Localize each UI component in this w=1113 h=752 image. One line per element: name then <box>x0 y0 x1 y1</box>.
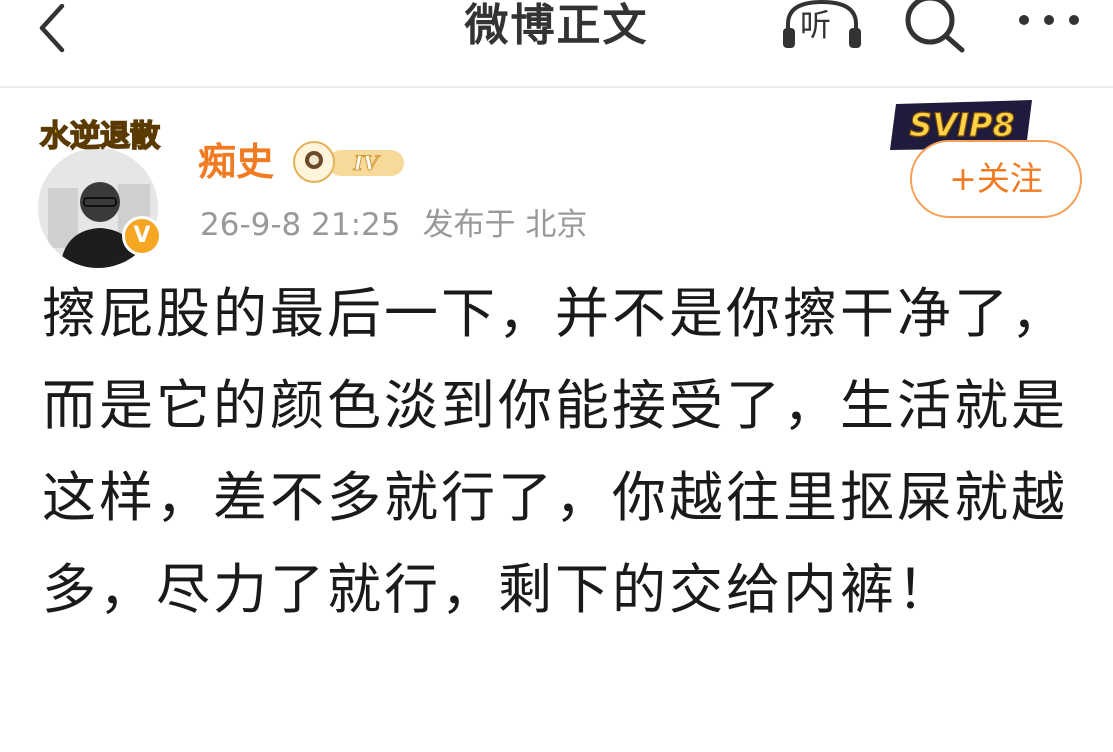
svip-label: SVIP8 <box>909 106 1014 144</box>
level-badge: IV <box>293 141 404 183</box>
post-text: 擦屁股的最后一下，并不是你擦干净了，而是它的颜色淡到你能接受了，生活就是这样，差… <box>42 282 1068 621</box>
author-avatar[interactable]: 水逆退散 V <box>30 108 170 268</box>
more-dots-icon[interactable] <box>1010 0 1088 40</box>
avatar-banner-art: 水逆退散 <box>39 118 161 155</box>
post-timestamp: 26-9-8 21:25 <box>200 207 401 243</box>
listen-button[interactable]: 听 <box>780 0 864 52</box>
avatar-banner-text: 水逆退散 <box>40 119 160 154</box>
follow-button[interactable]: +关注 <box>910 140 1082 218</box>
post-meta: 26-9-8 21:25 发布于 北京 <box>200 205 587 245</box>
author-name[interactable]: 痴史 <box>198 138 274 186</box>
search-icon[interactable] <box>900 0 970 54</box>
level-badge-text: IV <box>353 151 381 175</box>
listen-label: 听 <box>800 8 831 44</box>
top-nav-bar: 微博正文 听 <box>0 0 1113 88</box>
follow-label: +关注 <box>949 159 1043 198</box>
header-divider <box>0 86 1113 88</box>
post-location: 发布于 北京 <box>422 207 588 243</box>
verified-badge: V <box>122 216 162 256</box>
